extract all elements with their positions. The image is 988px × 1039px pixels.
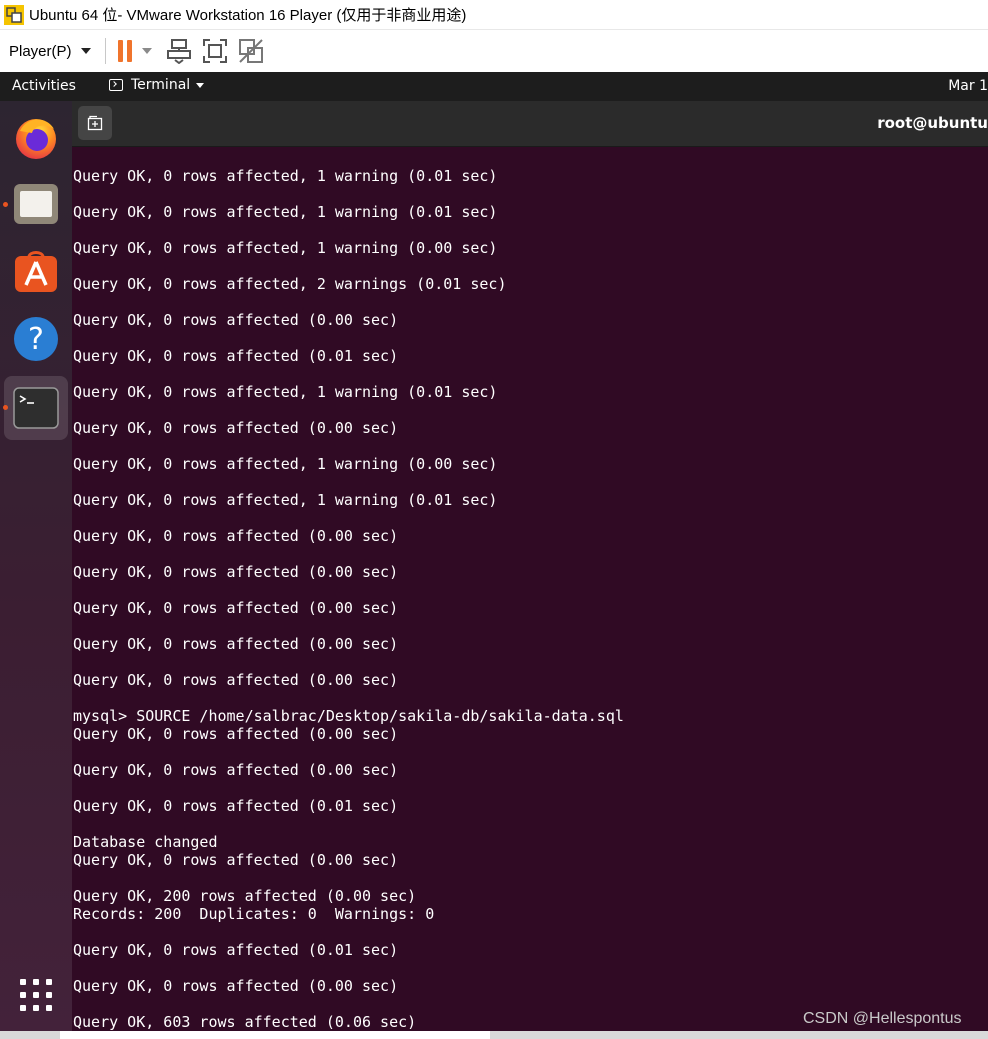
dock-item-files[interactable] [4,172,68,236]
csdn-watermark: CSDN @Hellespontus [803,1010,962,1027]
terminal-line: Query OK, 0 rows affected, 1 warning (0.… [73,239,498,257]
dock-item-help[interactable]: ? [4,307,68,371]
pause-icon [117,40,123,62]
ubuntu-dock: ? [0,101,72,1031]
help-icon: ? [14,317,58,361]
player-menu-label: Player(P) [9,42,72,60]
player-menu[interactable]: Player(P) [9,43,91,60]
ubuntu-top-bar: Activities Terminal Mar 1 [0,72,988,101]
terminal-line: Query OK, 0 rows affected, 1 warning (0.… [73,167,498,185]
terminal-line: Query OK, 0 rows affected, 1 warning (0.… [73,203,498,221]
terminal-line: Query OK, 0 rows affected (0.00 sec) [73,761,399,779]
terminal-app-menu-label: Terminal [131,77,191,93]
dock-item-software[interactable] [4,239,68,303]
fullscreen-button[interactable] [202,36,228,66]
terminal-line: Query OK, 0 rows affected, 1 warning (0.… [73,491,498,509]
terminal-line: Query OK, 0 rows affected (0.01 sec) [73,941,399,959]
firefox-icon [16,119,56,159]
terminal-command-line: mysql> SOURCE /home/salbrac/Desktop/saki… [73,707,624,725]
terminal-line: Query OK, 0 rows affected (0.00 sec) [73,419,399,437]
terminal-line: Query OK, 200 rows affected (0.00 sec) [73,887,417,905]
fullscreen-icon [202,39,227,63]
chevron-down-icon [196,82,205,88]
terminal-line: Query OK, 603 rows affected (0.06 sec) [73,1013,417,1031]
terminal-line: Records: 200 Duplicates: 0 Warnings: 0 [73,905,435,923]
dock-item-terminal[interactable] [4,376,68,440]
terminal-line: Query OK, 0 rows affected (0.00 sec) [73,671,399,689]
terminal-line: Query OK, 0 rows affected (0.00 sec) [73,725,399,743]
new-tab-icon [87,115,103,131]
dock-item-firefox[interactable] [4,105,68,169]
clock[interactable]: Mar 1 [948,78,988,94]
scrollbar-thumb[interactable] [60,1031,490,1039]
activities-button[interactable]: Activities [12,78,76,94]
terminal-line: Query OK, 0 rows affected, 2 warnings (0… [73,275,507,293]
vmware-logo-icon [4,4,24,25]
horizontal-scrollbar[interactable] [0,1031,988,1039]
pause-options-chevron-icon[interactable] [141,48,152,54]
terminal-line: Query OK, 0 rows affected (0.00 sec) [73,563,399,581]
terminal-line: Query OK, 0 rows affected (0.01 sec) [73,797,399,815]
terminal-icon [13,387,59,429]
vmware-title-bar: Ubuntu 64 位- VMware Workstation 16 Playe… [0,0,988,30]
pause-button[interactable] [117,36,152,66]
unity-icon [238,39,263,63]
vmware-toolbar: Player(P) [0,30,988,72]
send-ctrl-alt-del-button[interactable] [166,36,192,66]
terminal-title: root@ubuntu [877,114,988,132]
running-indicator [3,405,8,410]
terminal-line: Query OK, 0 rows affected (0.00 sec) [73,599,399,617]
toolbar-divider [104,38,106,64]
terminal-line: Database changed [73,833,218,851]
terminal-line: Query OK, 0 rows affected (0.00 sec) [73,977,399,995]
software-icon [15,251,57,292]
apps-grid-icon[interactable] [20,979,52,1011]
terminal-line: Query OK, 0 rows affected (0.00 sec) [73,527,399,545]
terminal-line: Query OK, 0 rows affected, 1 warning (0.… [73,455,498,473]
terminal-app-menu[interactable]: Terminal [109,77,205,93]
terminal-line: Query OK, 0 rows affected (0.00 sec) [73,311,399,329]
terminal-line: Query OK, 0 rows affected (0.00 sec) [73,851,399,869]
svg-text:?: ? [28,322,44,357]
new-tab-button[interactable] [78,106,112,140]
unity-button[interactable] [238,36,264,66]
send-ctrl-alt-del-icon [166,39,191,64]
window-title: Ubuntu 64 位- VMware Workstation 16 Playe… [29,7,467,24]
terminal-line: Query OK, 0 rows affected, 1 warning (0.… [73,383,498,401]
terminal-output[interactable]: Query OK, 0 rows affected, 1 warning (0.… [72,147,988,1031]
chevron-down-icon [80,48,91,54]
terminal-line: Query OK, 0 rows affected (0.00 sec) [73,635,399,653]
terminal-line: Query OK, 0 rows affected (0.01 sec) [73,347,399,365]
terminal-header-bar: root@ubuntu [72,101,988,147]
files-icon [14,184,58,224]
terminal-icon [109,79,123,91]
